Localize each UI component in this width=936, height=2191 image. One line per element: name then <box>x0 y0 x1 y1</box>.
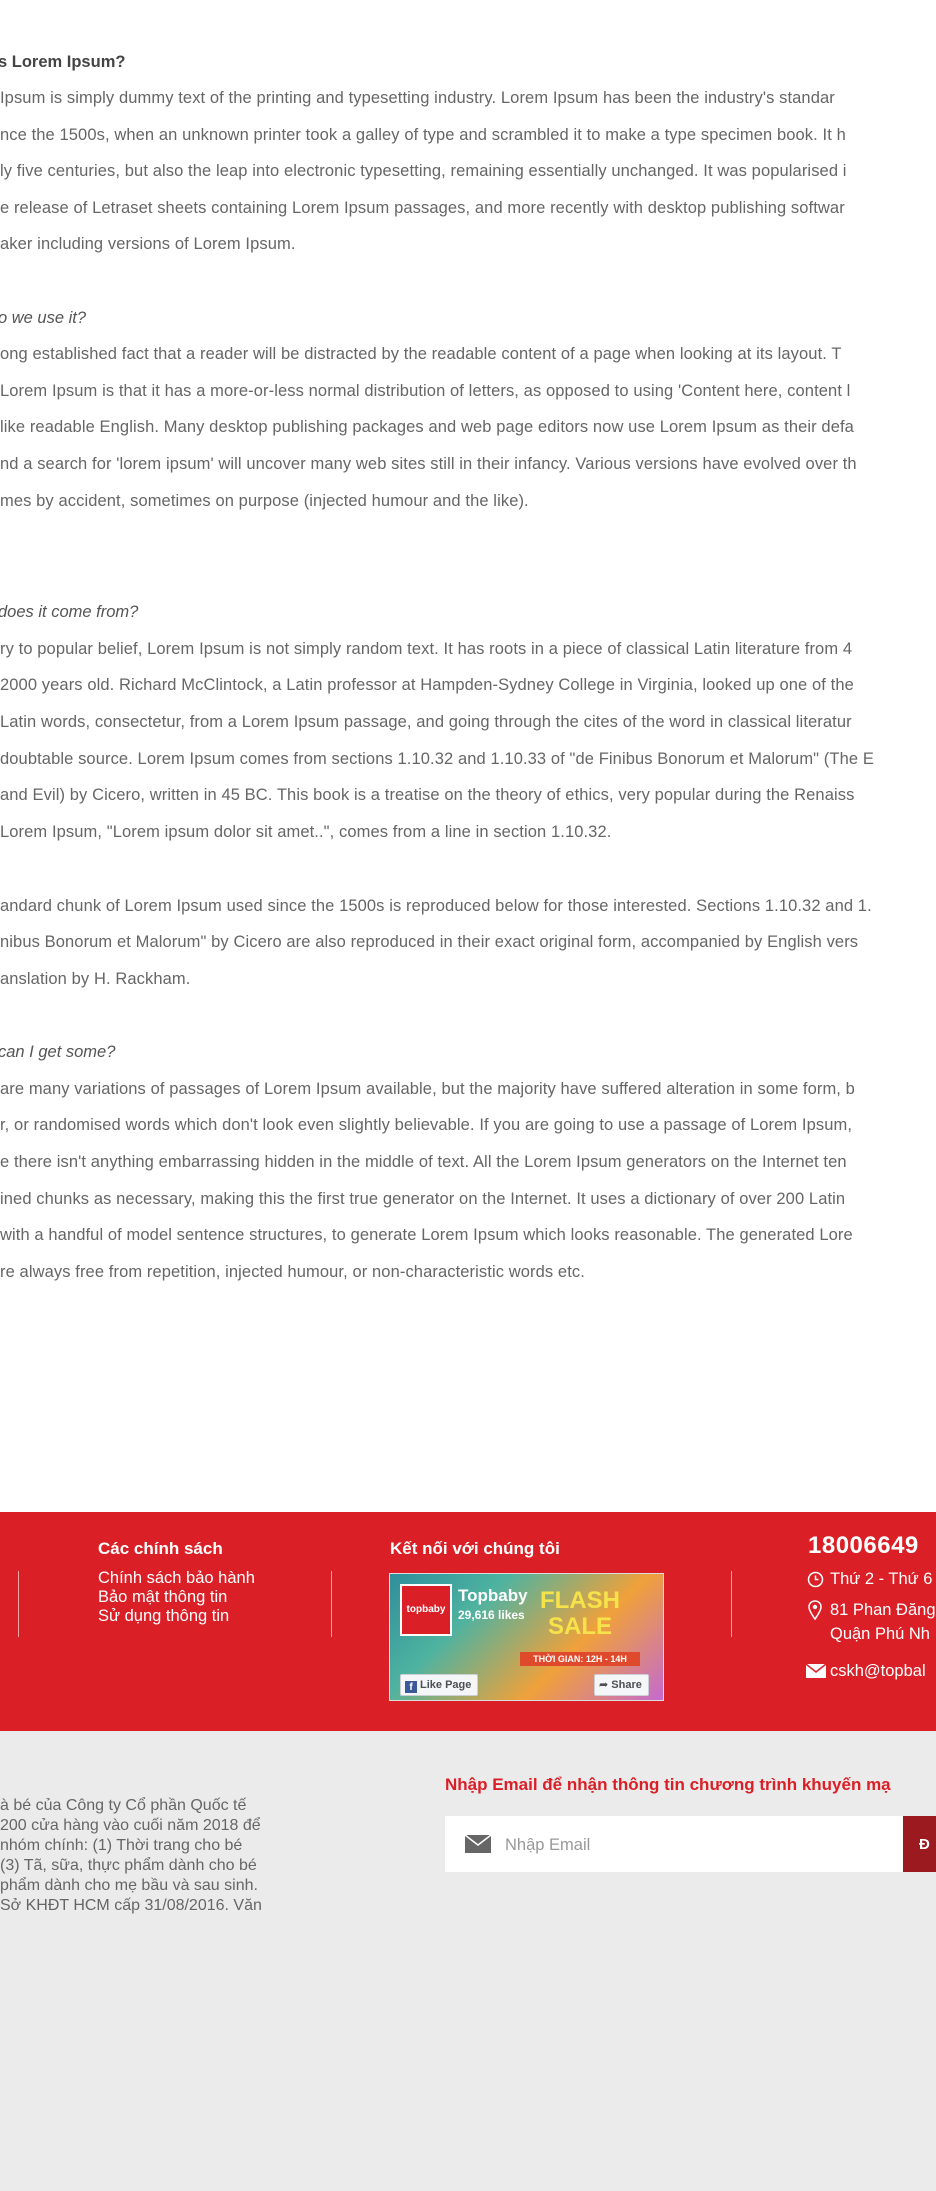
paragraph-line: nd a search for 'lorem ipsum' will uncov… <box>0 455 857 473</box>
company-info-line: Sở KHĐT HCM cấp 31/08/2016. Văn <box>0 1897 262 1914</box>
paragraph-line: Ipsum is simply dummy text of the printi… <box>0 89 835 107</box>
divider <box>18 1571 19 1637</box>
paragraph-line: nibus Bonorum et Malorum" by Cicero are … <box>0 933 859 951</box>
company-info-line: phẩm dành cho mẹ bầu và sau sinh. <box>0 1877 258 1894</box>
section-heading: can I get some? <box>0 1043 116 1061</box>
paragraph-line: doubtable source. Lorem Ipsum comes from… <box>0 750 874 768</box>
paragraph-line: and Evil) by Cicero, written in 45 BC. T… <box>0 786 855 804</box>
hotline-number[interactable]: 18006649 <box>808 1532 919 1560</box>
flash-sale-banner: FLASH SALE <box>540 1587 620 1640</box>
paragraph-line: aker including versions of Lorem Ipsum. <box>0 235 296 253</box>
company-info-line: 200 cửa hàng vào cuối năm 2018 để <box>0 1817 261 1834</box>
subscribe-button[interactable]: Đ <box>903 1816 936 1872</box>
share-icon: ➦ <box>599 1679 612 1691</box>
fb-share-button[interactable]: ➦ Share <box>594 1674 649 1696</box>
paragraph-line: are many variations of passages of Lorem… <box>0 1080 855 1098</box>
policies-title: Các chính sách <box>98 1539 223 1558</box>
fb-like-page-button[interactable]: f Like Page <box>400 1674 479 1696</box>
company-info-line: (3) Tã, sữa, thực phẩm dành cho bé <box>0 1857 257 1874</box>
paragraph-line: andard chunk of Lorem Ipsum used since t… <box>0 897 872 915</box>
company-info-line: nhóm chính: (1) Thời trang cho bé <box>0 1837 243 1854</box>
paragraph-line: Latin words, consectetur, from a Lorem I… <box>0 713 852 731</box>
paragraph-line: nce the 1500s, when an unknown printer t… <box>0 126 846 144</box>
footer-band: Các chính sách Chính sách bảo hành Bảo m… <box>0 1512 936 1731</box>
address-line-1: 81 Phan Đăng <box>830 1601 936 1619</box>
section-heading: does it come from? <box>0 603 139 621</box>
paragraph-line: anslation by H. Rackham. <box>0 970 191 988</box>
privacy-policy-link[interactable]: Bảo mật thông tin <box>98 1588 227 1607</box>
facebook-icon: f <box>405 1681 417 1693</box>
paragraph-line: r, or randomised words which don't look … <box>0 1116 853 1134</box>
paragraph-line: with a handful of model sentence structu… <box>0 1226 853 1244</box>
mail-icon <box>465 1835 491 1853</box>
paragraph-line: mes by accident, sometimes on purpose (i… <box>0 492 529 510</box>
newsletter-form <box>445 1816 905 1874</box>
bottom-section: à bé của Công ty Cổ phần Quốc tế 200 cửa… <box>0 1731 936 2191</box>
support-email[interactable]: cskh@topbal <box>830 1662 926 1681</box>
paragraph-line: like readable English. Many desktop publ… <box>0 418 854 436</box>
newsletter-title: Nhập Email để nhận thông tin chương trìn… <box>445 1775 891 1794</box>
paragraph-line: ly five centuries, but also the leap int… <box>0 162 847 180</box>
clock-icon <box>807 1571 824 1588</box>
facebook-page-widget[interactable]: topbaby Topbaby 29,616 likes FLASH SALE … <box>389 1573 664 1701</box>
paragraph-line: e release of Letraset sheets containing … <box>0 199 845 217</box>
mail-icon <box>806 1664 826 1678</box>
topbaby-logo: topbaby <box>400 1584 452 1636</box>
paragraph-line: e there isn't anything embarrassing hidd… <box>0 1153 847 1171</box>
location-pin-icon <box>808 1600 822 1620</box>
paragraph-line: re always free from repetition, injected… <box>0 1263 585 1281</box>
company-info-line: à bé của Công ty Cổ phần Quốc tế <box>0 1797 247 1814</box>
paragraph-line: ong established fact that a reader will … <box>0 345 842 363</box>
paragraph-line: 2000 years old. Richard McClintock, a La… <box>0 676 854 694</box>
sale-time-label: THỜI GIAN: 12H - 14H <box>520 1652 640 1666</box>
article-content: s Lorem Ipsum? Ipsum is simply dummy tex… <box>0 0 936 1512</box>
usage-policy-link[interactable]: Sử dụng thông tin <box>98 1607 229 1626</box>
paragraph-line: Lorem Ipsum is that it has a more-or-les… <box>0 382 851 400</box>
section-heading: s Lorem Ipsum? <box>0 53 126 71</box>
fb-likes-count: 29,616 likes <box>458 1608 525 1622</box>
working-hours: Thứ 2 - Thứ 6 <box>830 1570 933 1588</box>
paragraph-line: ined chunks as necessary, making this th… <box>0 1190 846 1208</box>
warranty-policy-link[interactable]: Chính sách bảo hành <box>98 1569 255 1588</box>
address-line-2: Quận Phú Nh <box>830 1625 930 1643</box>
divider <box>731 1571 732 1637</box>
social-title: Kết nối với chúng tôi <box>390 1539 560 1558</box>
paragraph-line: Lorem Ipsum, "Lorem ipsum dolor sit amet… <box>0 823 612 841</box>
paragraph-line: ry to popular belief, Lorem Ipsum is not… <box>0 640 853 658</box>
section-heading: o we use it? <box>0 309 87 327</box>
divider <box>331 1571 332 1637</box>
email-input[interactable] <box>503 1816 897 1874</box>
fb-page-name[interactable]: Topbaby <box>458 1586 528 1606</box>
